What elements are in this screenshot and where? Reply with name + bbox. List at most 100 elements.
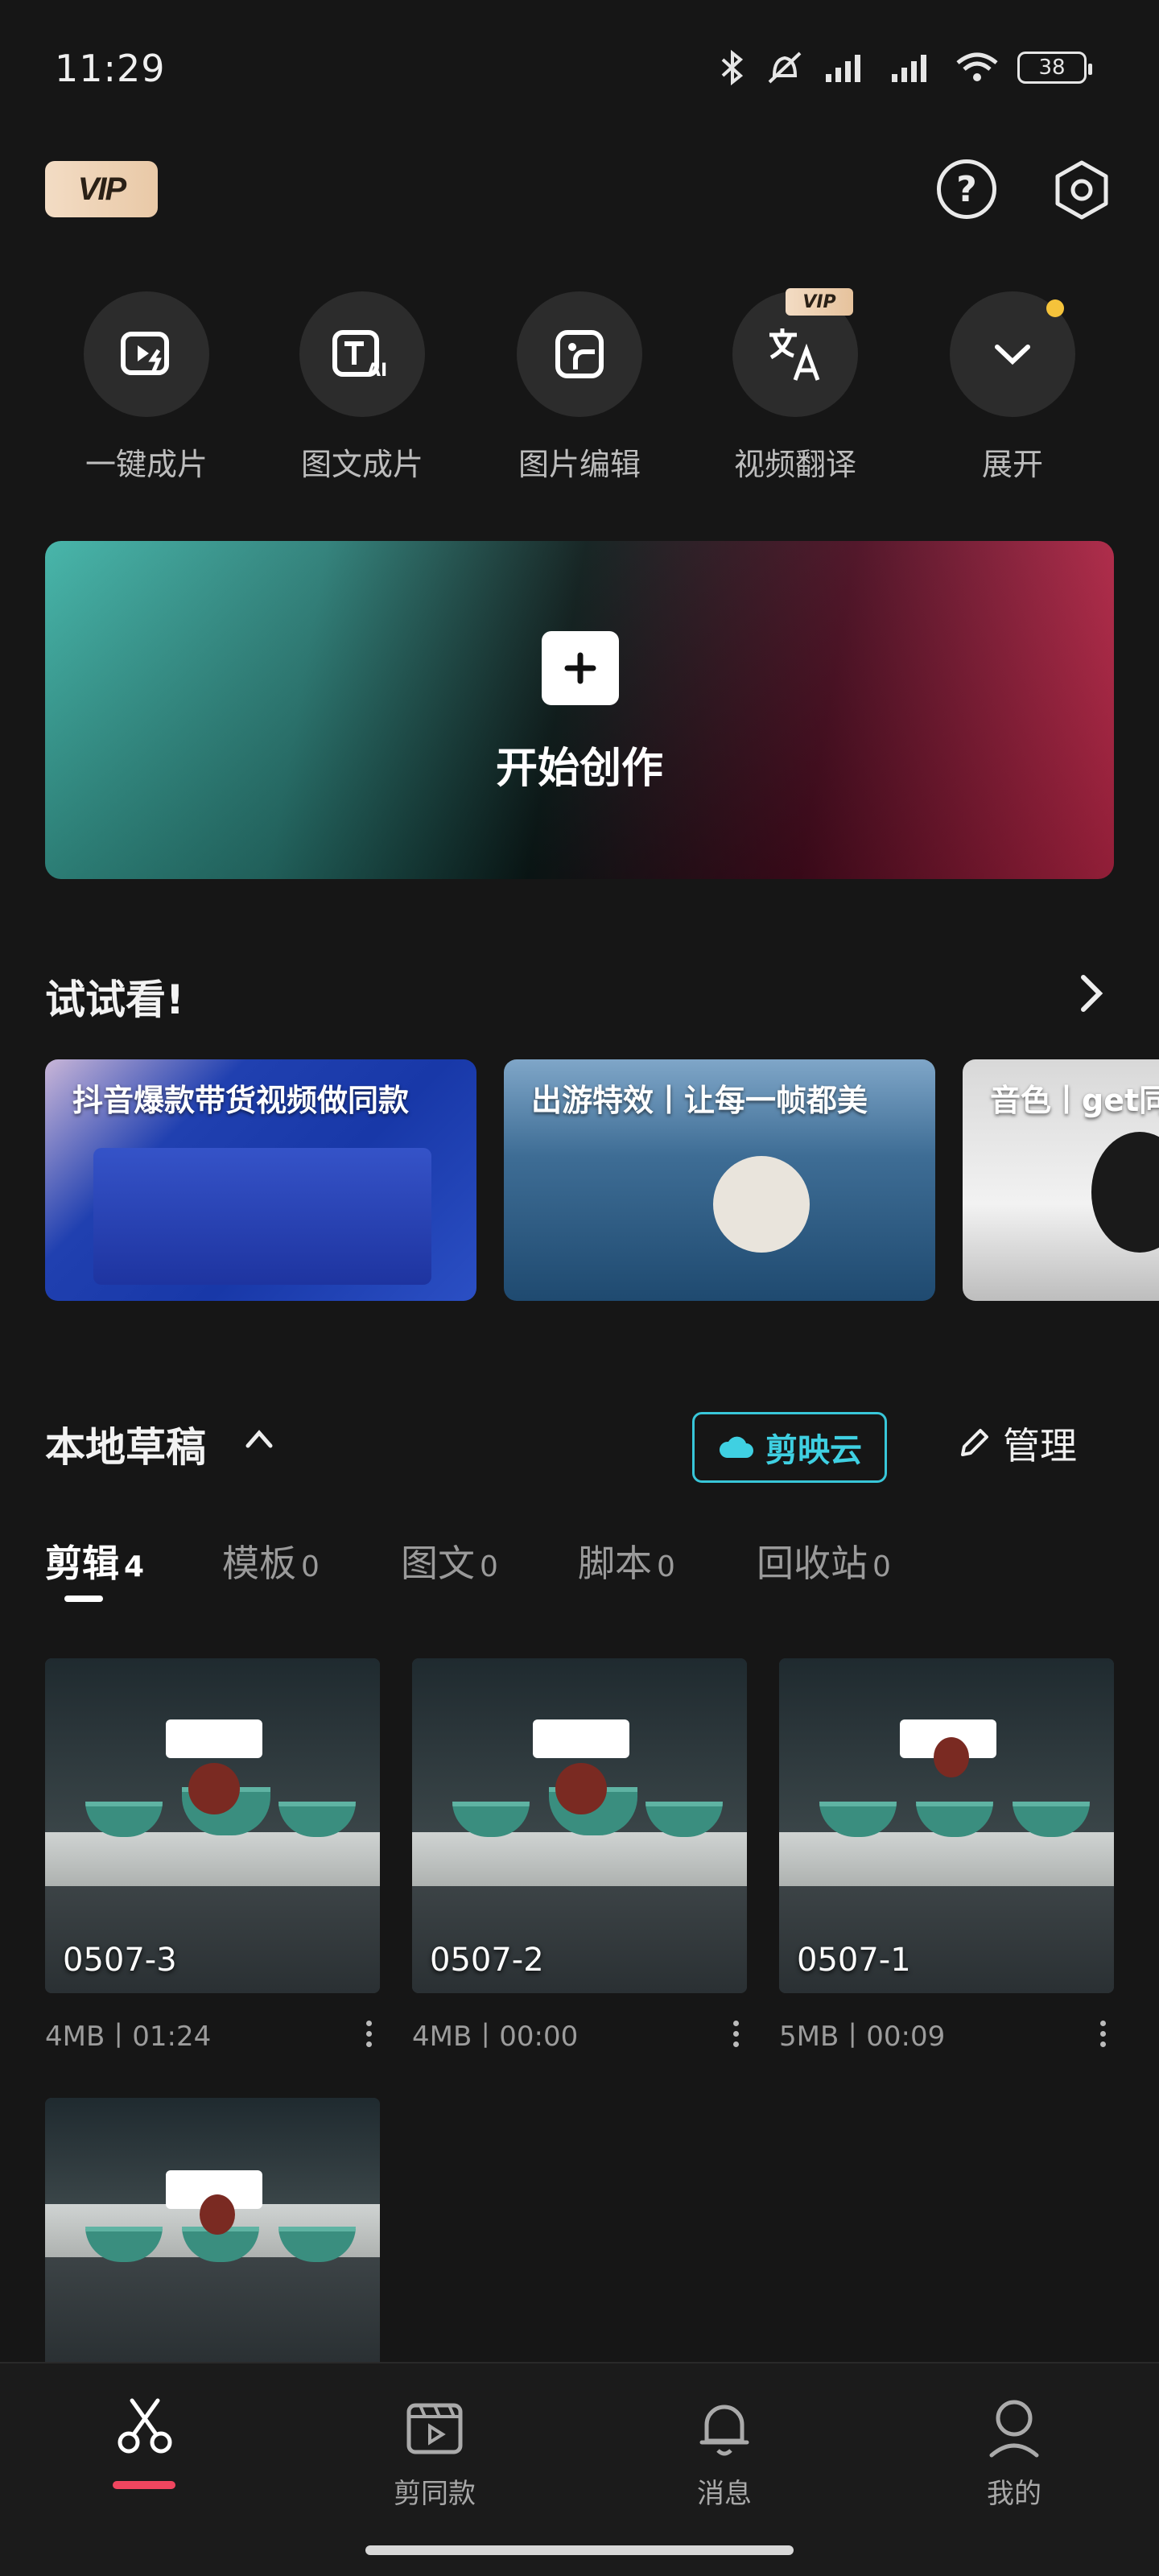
- card-image: [93, 1148, 431, 1285]
- draft-name: 0507-2: [430, 1942, 544, 1979]
- bottom-nav: 剪同款 消息 我的: [0, 2362, 1159, 2576]
- nav-label: 剪同款: [394, 2478, 476, 2510]
- tab-label: 回收站: [757, 1542, 868, 1585]
- profile-icon: [989, 2400, 1039, 2458]
- plus-icon: [542, 631, 619, 705]
- question-icon: ?: [956, 168, 977, 210]
- draft-thumbnail: 0507-2: [412, 1658, 747, 1993]
- chevron-up-icon: [245, 1430, 273, 1448]
- nav-label: 消息: [697, 2478, 752, 2510]
- tab-template[interactable]: 模板 0: [222, 1534, 320, 1587]
- chevron-right-icon: [1081, 975, 1103, 1012]
- tab-count: 4: [124, 1550, 145, 1583]
- card-image: [713, 1156, 810, 1253]
- draft-name: 0507-1: [797, 1942, 911, 1979]
- try-card[interactable]: 音色丨get同: [963, 1059, 1159, 1301]
- more-options-icon[interactable]: [728, 2021, 744, 2047]
- draft-name: 0507-3: [63, 1942, 177, 1979]
- try-card-caption: 出游特效丨让每一帧都美: [531, 1083, 868, 1118]
- translate-icon: [769, 328, 820, 381]
- text-to-video-icon: AI: [332, 330, 387, 381]
- draft-meta: 4MB丨01:24: [45, 2021, 212, 2053]
- settings-hex-icon: [1055, 160, 1108, 220]
- vip-badge[interactable]: VIP: [45, 161, 158, 217]
- tab-label: 模板: [222, 1542, 296, 1585]
- tab-image-text[interactable]: 图文 0: [401, 1534, 498, 1587]
- signal-icon: [892, 55, 926, 82]
- draft-item[interactable]: 0507-3 4MB丨01:24: [45, 1658, 380, 2054]
- tool-label: 展开: [981, 447, 1043, 482]
- drafts-title: 本地草稿: [45, 1424, 206, 1471]
- battery-icon: 38: [1017, 52, 1092, 84]
- cloud-button[interactable]: 剪映云: [692, 1412, 887, 1483]
- status-time: 11:29: [55, 47, 166, 90]
- home-indicator: [365, 2545, 794, 2555]
- draft-thumbnail: 0507-3: [45, 1658, 380, 1993]
- nav-messages[interactable]: 消息: [644, 2396, 805, 2511]
- bell-icon: [699, 2405, 749, 2456]
- try-card[interactable]: 出游特效丨让每一帧都美: [504, 1059, 935, 1301]
- scissors-icon: [118, 2398, 172, 2454]
- nav-template[interactable]: 剪同款: [354, 2396, 515, 2511]
- vip-tag: VIP: [786, 288, 853, 316]
- bluetooth-icon: [721, 50, 744, 85]
- image-edit-icon: [555, 330, 604, 378]
- auto-cut-icon: [121, 332, 169, 375]
- tool-auto-cut[interactable]: 一键成片: [58, 291, 235, 484]
- status-bar: 11:29 38: [0, 0, 1159, 145]
- card-image: [1091, 1132, 1159, 1253]
- tab-label: 剪辑: [45, 1542, 119, 1585]
- tool-translate[interactable]: VIP 视频翻译: [707, 288, 884, 484]
- tab-script[interactable]: 脚本 0: [578, 1534, 675, 1587]
- draft-item[interactable]: 0507-1 5MB丨00:09: [779, 1658, 1114, 2054]
- notification-dot: [1046, 299, 1064, 317]
- manage-button[interactable]: 管理: [956, 1417, 1077, 1470]
- tab-count: 0: [480, 1550, 498, 1583]
- quick-tools: 一键成片 AI 图文成片 图片编辑 VIP 视频翻译 展开: [0, 288, 1159, 493]
- draft-thumbnail: 0507-1: [779, 1658, 1114, 1993]
- tool-text-to-video[interactable]: AI 图文成片: [274, 291, 451, 484]
- draft-meta: 5MB丨00:09: [779, 2021, 946, 2053]
- manage-label: 管理: [1003, 1424, 1077, 1468]
- draft-meta: 4MB丨00:00: [412, 2021, 579, 2053]
- tab-indicator: [64, 1596, 103, 1602]
- try-section-title: 试试看!: [45, 976, 184, 1023]
- try-card[interactable]: 抖音爆款带货视频做同款: [45, 1059, 476, 1301]
- wifi-icon: [956, 52, 998, 81]
- draft-item[interactable]: [45, 2098, 380, 2363]
- svg-text:AI: AI: [367, 361, 387, 381]
- tab-count: 0: [301, 1550, 320, 1583]
- try-more-button[interactable]: [1075, 971, 1107, 1019]
- draft-thumbnail: [45, 2098, 380, 2363]
- tool-label: 一键成片: [85, 447, 208, 482]
- collapse-button[interactable]: [243, 1426, 275, 1454]
- tool-label: 视频翻译: [733, 447, 856, 482]
- start-create-label: 开始创作: [495, 745, 663, 793]
- more-options-icon[interactable]: [361, 2021, 377, 2047]
- chevron-down-icon: [995, 345, 1030, 365]
- tool-expand[interactable]: 展开: [924, 291, 1101, 484]
- more-options-icon[interactable]: [1095, 2021, 1111, 2047]
- tab-label: 图文: [401, 1542, 475, 1585]
- tab-label: 脚本: [578, 1542, 652, 1585]
- try-card-caption: 抖音爆款带货视频做同款: [72, 1083, 410, 1118]
- try-card-caption: 音色丨get同: [990, 1083, 1159, 1118]
- draft-item[interactable]: 0507-2 4MB丨00:00: [412, 1658, 747, 2054]
- start-create-button[interactable]: 开始创作: [45, 541, 1114, 879]
- try-cards: 抖音爆款带货视频做同款 出游特效丨让每一帧都美 音色丨get同: [45, 1059, 1159, 1301]
- tab-recycle-bin[interactable]: 回收站 0: [757, 1534, 891, 1587]
- template-icon: [406, 2403, 463, 2454]
- tool-image-edit[interactable]: 图片编辑: [491, 291, 668, 484]
- cloud-label: 剪映云: [765, 1432, 862, 1469]
- nav-profile[interactable]: 我的: [934, 2396, 1095, 2511]
- nav-label: 我的: [987, 2478, 1041, 2510]
- settings-button[interactable]: [1050, 158, 1114, 222]
- status-icons: 38: [718, 50, 1092, 85]
- mute-bell-icon: [768, 52, 802, 84]
- nav-active-indicator: [113, 2481, 175, 2489]
- tab-edit[interactable]: 剪辑 4: [45, 1534, 144, 1587]
- tab-count: 0: [872, 1550, 891, 1583]
- help-button[interactable]: ?: [937, 159, 996, 219]
- nav-edit[interactable]: [64, 2396, 225, 2471]
- tool-label: 图文成片: [300, 447, 423, 482]
